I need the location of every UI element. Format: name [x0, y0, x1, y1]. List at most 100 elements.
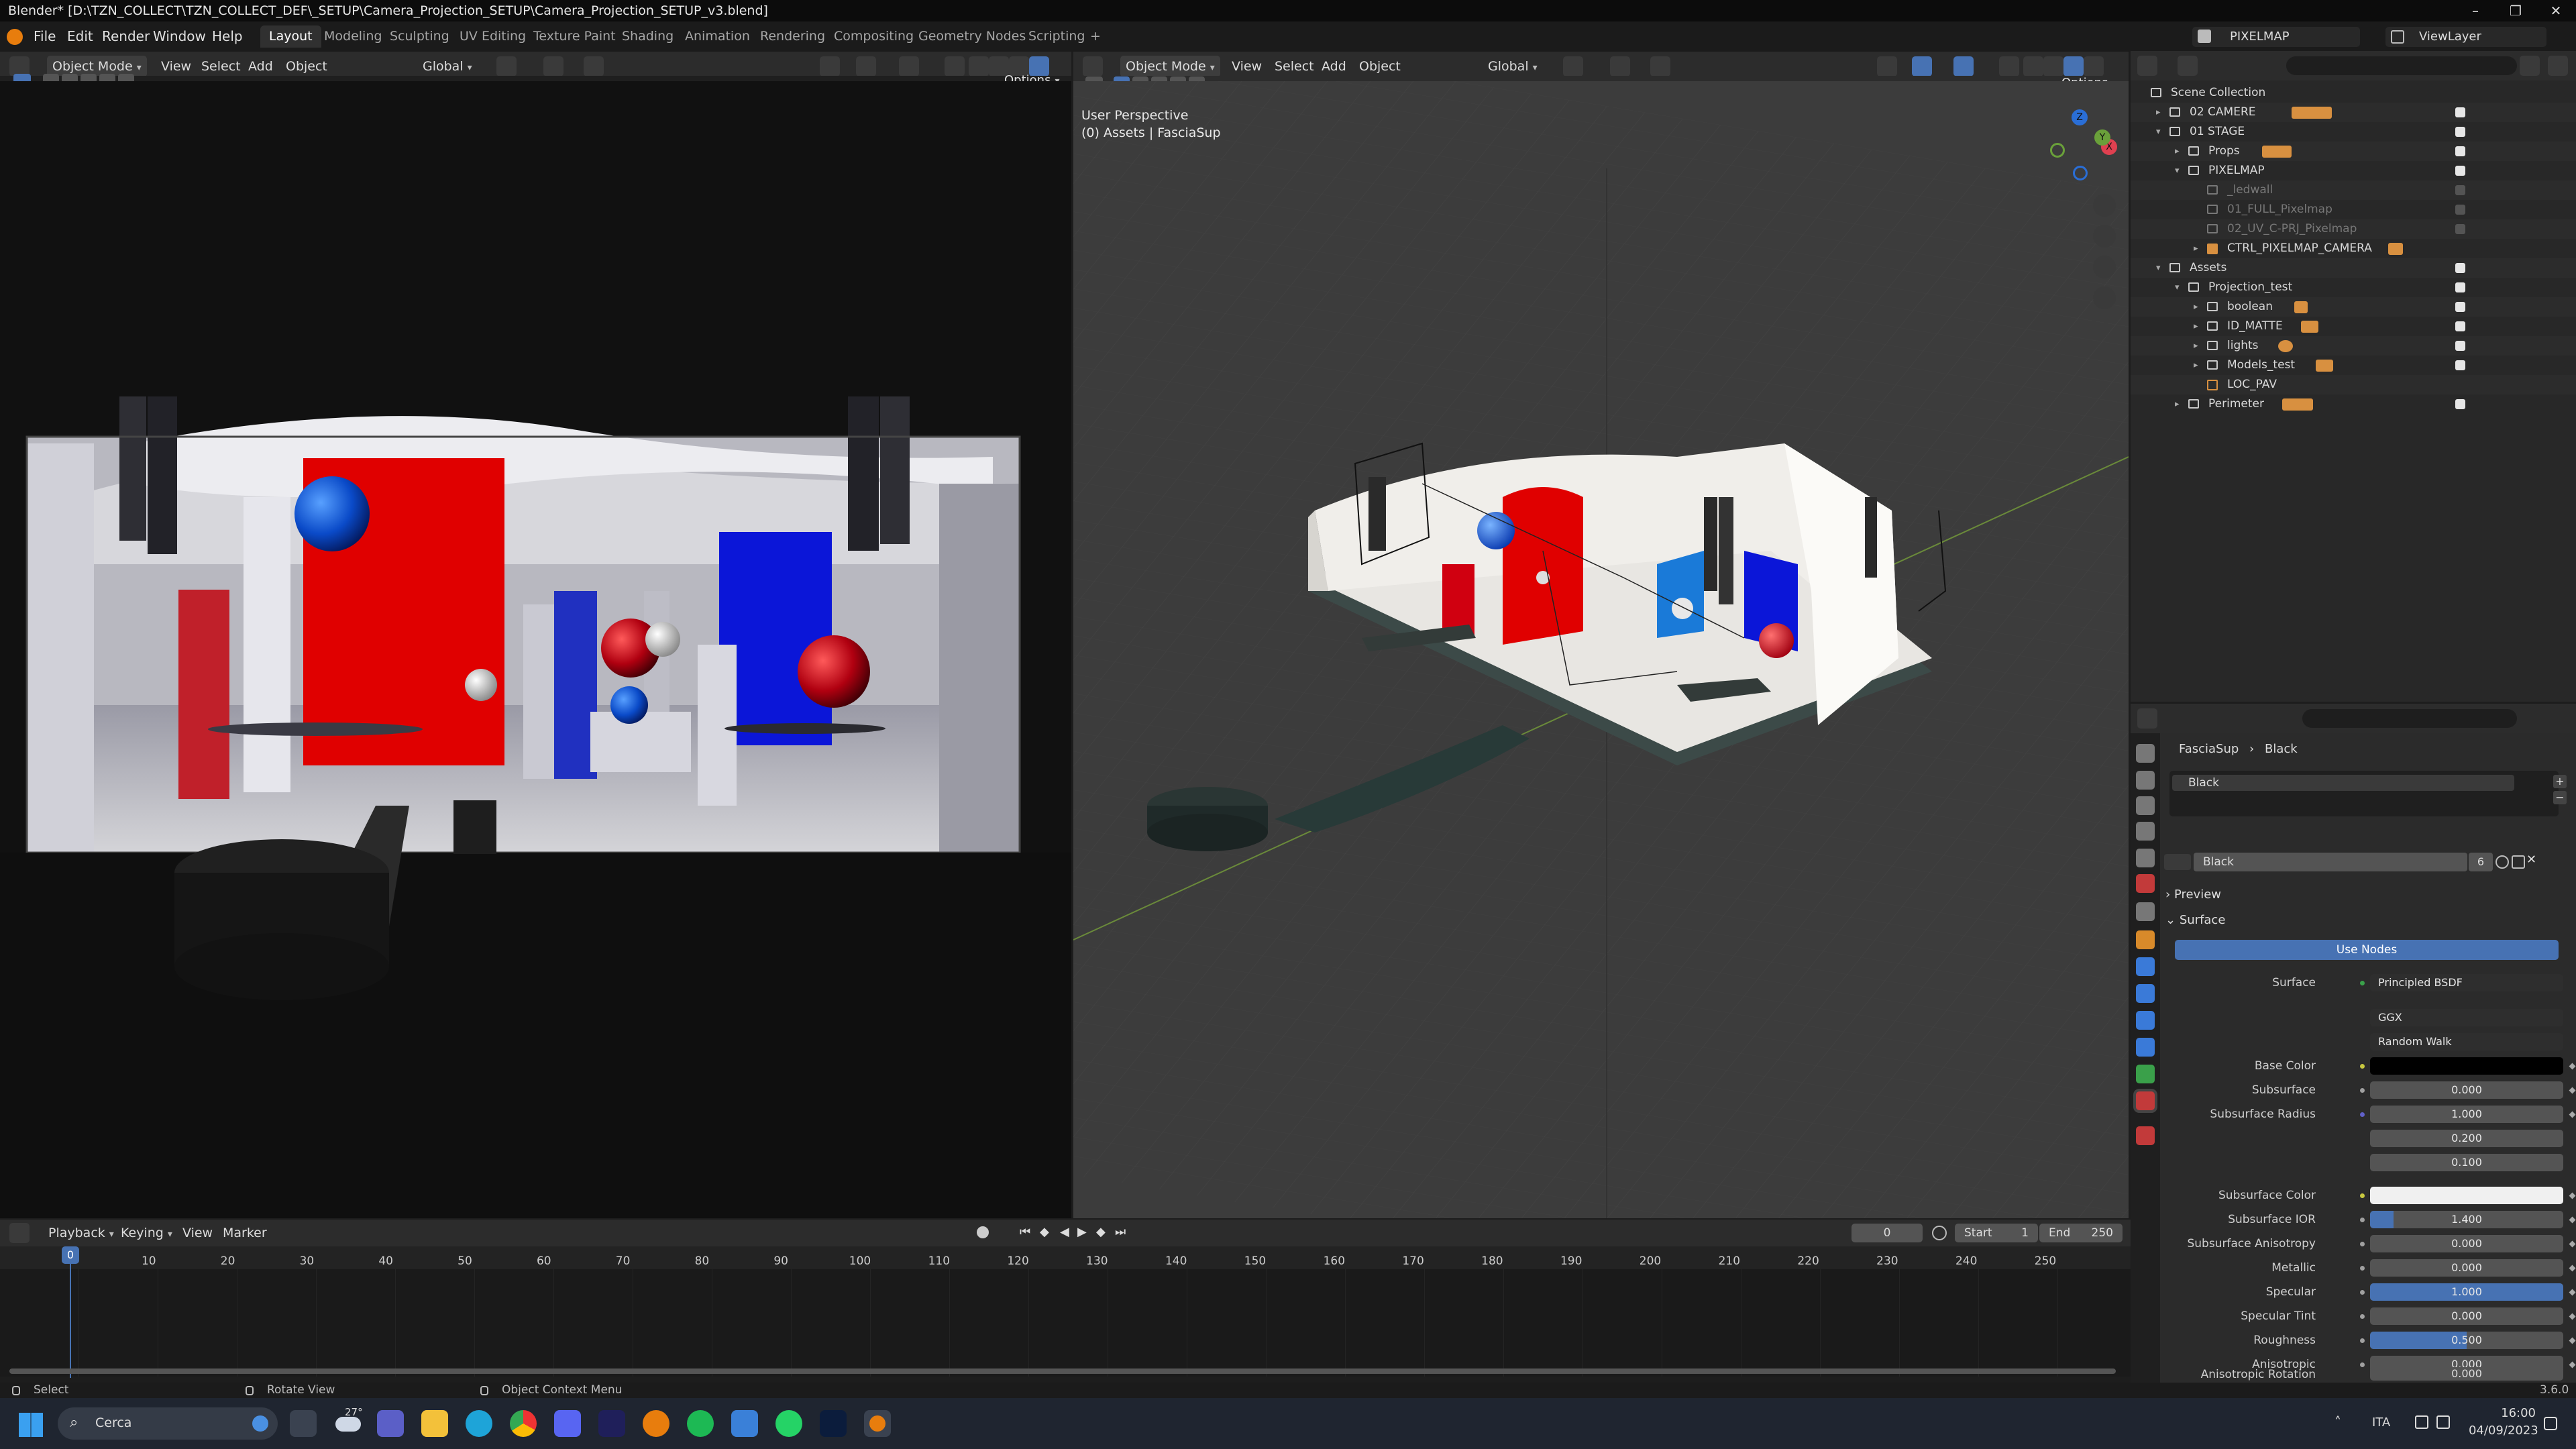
select-menu[interactable]: Select: [196, 56, 246, 77]
keyframe-icon[interactable]: [2569, 1087, 2576, 1094]
shading-rendered-icon[interactable]: [2084, 56, 2104, 76]
exclude-checkbox[interactable]: [2455, 321, 2465, 331]
tab-uv-editing[interactable]: UV Editing: [451, 25, 535, 48]
properties-search-input[interactable]: [2302, 709, 2517, 728]
preview-range-icon[interactable]: [1932, 1226, 1947, 1240]
material-slot-item[interactable]: Black: [2172, 775, 2514, 791]
menu-window[interactable]: Window: [153, 21, 206, 52]
outliner-row-ctrl-pixelmap-camera[interactable]: ▸ CTRL_PIXELMAP_CAMERA: [2131, 239, 2576, 258]
expand-icon[interactable]: ▸: [2156, 103, 2161, 122]
outliner-row-loc-pav[interactable]: LOC_PAV: [2131, 375, 2576, 394]
visibility-icons[interactable]: [2469, 339, 2536, 353]
proportional-edit-icon[interactable]: [1650, 56, 1670, 76]
tab-texture-paint[interactable]: Texture Paint: [525, 25, 625, 48]
whatsapp-icon[interactable]: [775, 1410, 802, 1437]
outliner-row-assets[interactable]: ▾ Assets: [2131, 258, 2576, 278]
minimize-icon[interactable]: –: [2455, 0, 2496, 21]
shading-material-icon[interactable]: [2063, 56, 2084, 76]
exclude-checkbox[interactable]: [2455, 185, 2465, 195]
tab-sculpting[interactable]: Sculpting: [381, 25, 458, 48]
pivot-icon[interactable]: [496, 56, 517, 76]
tab-geometry-nodes[interactable]: Geometry Nodes: [910, 25, 1034, 48]
current-frame-field[interactable]: 0: [1851, 1224, 1923, 1242]
outliner-row-ledwall[interactable]: _ledwall: [2131, 180, 2576, 200]
blender-logo-icon[interactable]: [7, 29, 23, 45]
subsurface-field[interactable]: 0.000: [2370, 1081, 2563, 1099]
shading-solid-icon[interactable]: [2043, 56, 2063, 76]
display-mode-icon[interactable]: [2178, 56, 2198, 76]
material-slot-list[interactable]: Black: [2169, 771, 2559, 816]
subsurface-radius-x-field[interactable]: 1.000: [2370, 1106, 2563, 1123]
specular-field[interactable]: 1.000: [2370, 1283, 2563, 1301]
visibility-icons[interactable]: [2469, 398, 2536, 411]
particles-tab-icon[interactable]: [2136, 984, 2155, 1003]
menu-render[interactable]: Render: [102, 21, 150, 52]
metallic-field[interactable]: 0.000: [2370, 1259, 2563, 1277]
expand-icon[interactable]: ▸: [2175, 142, 2180, 161]
view-menu[interactable]: View: [156, 56, 197, 77]
expand-icon[interactable]: ▸: [2194, 239, 2198, 258]
network-icon[interactable]: [2415, 1415, 2428, 1429]
world-tab-icon[interactable]: [2136, 874, 2155, 893]
y-axis-icon[interactable]: Y: [2094, 129, 2110, 146]
start-frame-field[interactable]: Start 1: [1955, 1224, 2038, 1242]
keying-menu[interactable]: Keying: [115, 1222, 178, 1244]
gizmo-toggle-icon[interactable]: [1912, 56, 1932, 76]
physics-tab-icon[interactable]: [2136, 1011, 2155, 1030]
z-axis-icon[interactable]: Z: [2072, 109, 2088, 125]
exclude-checkbox[interactable]: [2455, 146, 2465, 156]
material-datablock[interactable]: Black 6 ✕: [2164, 853, 2540, 871]
outliner-row-perimeter[interactable]: ▸ Perimeter: [2131, 394, 2576, 414]
spotify-icon[interactable]: [687, 1410, 714, 1437]
exclude-checkbox[interactable]: [2455, 263, 2465, 273]
blender-active-icon[interactable]: [864, 1410, 891, 1437]
overlay-toggle-icon[interactable]: [1953, 56, 1974, 76]
timeline-editor-type-icon[interactable]: [9, 1223, 30, 1243]
exclude-checkbox[interactable]: [2455, 341, 2465, 351]
expand-icon[interactable]: ▸: [2194, 297, 2198, 317]
camera-viewport[interactable]: [0, 81, 1071, 1218]
keyframe-icon[interactable]: [2569, 1337, 2576, 1344]
camera-view-icon[interactable]: [2093, 256, 2116, 278]
jump-start-icon[interactable]: ⏮: [1020, 1225, 1030, 1239]
add-menu[interactable]: Add: [1316, 56, 1352, 77]
editor-type-icon[interactable]: [1083, 56, 1103, 76]
duplicate-material-icon[interactable]: [2512, 855, 2525, 869]
volume-icon[interactable]: [2436, 1415, 2450, 1429]
roughness-field[interactable]: 0.500: [2370, 1332, 2563, 1349]
store-icon[interactable]: [731, 1410, 758, 1437]
data-tab-icon[interactable]: [2136, 1065, 2155, 1083]
subsurface-color-swatch[interactable]: [2370, 1187, 2563, 1204]
add-workspace-button[interactable]: +: [1081, 25, 1110, 48]
prev-keyframe-icon[interactable]: ◆: [1040, 1225, 1049, 1239]
keyframe-icon[interactable]: [2569, 1240, 2576, 1248]
tab-compositing[interactable]: Compositing: [825, 25, 922, 48]
clock-time[interactable]: 16:00: [2482, 1406, 2536, 1420]
subsurface-anisotropy-field[interactable]: 0.000: [2370, 1235, 2563, 1252]
distribution-dropdown[interactable]: GGX: [2370, 1009, 2563, 1026]
exclude-checkbox[interactable]: [2455, 107, 2465, 117]
menu-file[interactable]: File: [34, 21, 56, 52]
filter-icon[interactable]: [2520, 56, 2540, 76]
outliner-row-projection-test[interactable]: ▾ Projection_test: [2131, 278, 2576, 297]
visibility-icons[interactable]: [2469, 262, 2536, 275]
pan-hand-icon[interactable]: [2093, 225, 2116, 248]
visibility-icons[interactable]: [2469, 242, 2536, 256]
outliner-editor-type-icon[interactable]: [2137, 56, 2157, 76]
visibility-icons[interactable]: [2469, 320, 2536, 333]
expand-icon[interactable]: ▸: [2194, 317, 2198, 336]
visibility-icons[interactable]: [2469, 281, 2536, 294]
exclude-checkbox[interactable]: [2455, 205, 2465, 215]
timeline-scrollbar[interactable]: [9, 1368, 2116, 1374]
visibility-icons[interactable]: [2469, 301, 2536, 314]
snap-icon[interactable]: [543, 56, 564, 76]
edge-icon[interactable]: [466, 1410, 492, 1437]
anisotropic-rotation-field[interactable]: 0.000: [2370, 1367, 2563, 1381]
keyframe-icon[interactable]: [2569, 1111, 2576, 1118]
next-keyframe-icon[interactable]: ◆: [1096, 1225, 1106, 1239]
object-tab-icon[interactable]: [2136, 930, 2155, 949]
outliner-row-boolean[interactable]: ▸ boolean: [2131, 297, 2576, 317]
exclude-checkbox[interactable]: [2455, 399, 2465, 409]
close-icon[interactable]: ✕: [2536, 0, 2576, 21]
clock-date[interactable]: 04/09/2023: [2469, 1424, 2538, 1438]
